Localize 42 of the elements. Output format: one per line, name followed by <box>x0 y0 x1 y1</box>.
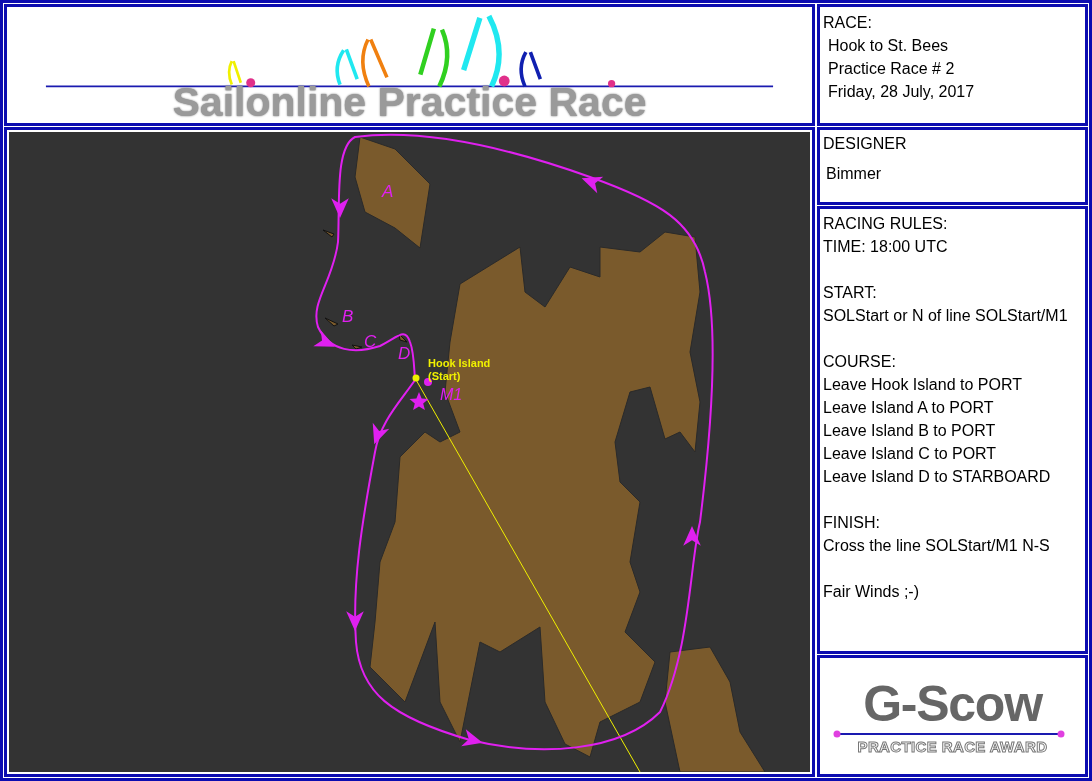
rules-text: Cross the line SOLStart/M1 N-S <box>823 536 1051 556</box>
rules-text: Leave Island C to PORT <box>823 444 998 464</box>
route-arrowhead <box>683 526 701 546</box>
route-arrowhead <box>372 422 390 445</box>
route-arrowhead <box>346 611 364 631</box>
race-info: Friday, 28 July, 2017 <box>827 82 976 102</box>
route-arrowhead <box>461 729 483 747</box>
rules-heading: RACING RULES: <box>823 214 949 234</box>
route-arrowhead <box>313 330 335 347</box>
race-heading: RACE: <box>823 13 873 33</box>
island-label: B <box>342 307 354 326</box>
island-label: D <box>398 344 411 363</box>
rules-text: Leave Island D to STARBOARD <box>823 467 1052 487</box>
start-label: (Start) <box>428 370 461 382</box>
rules-text: Leave Island A to PORT <box>823 398 995 418</box>
rules-text: START: <box>823 283 878 303</box>
rock <box>351 344 363 350</box>
route-arrowhead <box>581 176 604 194</box>
start-label: Hook Island <box>428 357 491 369</box>
rules-text: Leave Island B to PORT <box>823 421 997 441</box>
race-info: Hook to St. Bees <box>827 36 950 56</box>
rules-text: TIME: 18:00 UTC <box>823 237 949 257</box>
rules-text: Leave Hook Island to PORT <box>823 375 1023 395</box>
designer-heading: DESIGNER <box>823 134 908 154</box>
rock <box>398 333 408 343</box>
route-arrowhead <box>331 198 349 218</box>
start-buoy <box>412 374 420 382</box>
rules-text: Fair Winds ;-) <box>823 582 920 602</box>
mark-label: M1 <box>440 386 463 403</box>
star-mark-icon <box>409 392 429 411</box>
award-title: G-Scow <box>863 678 1042 729</box>
rock <box>322 229 335 238</box>
banner-title: Sailonline Practice Race <box>171 82 648 123</box>
designer-name: Bimmer <box>825 164 883 184</box>
island-label: C <box>364 332 377 351</box>
rock <box>324 317 339 327</box>
rules-text: SOLStart or N of line SOLStart/M1 <box>823 306 1069 326</box>
race-info: Practice Race # 2 <box>827 59 956 79</box>
award-subtitle: PRACTICE RACE AWARD <box>857 738 1048 754</box>
rules-text: FINISH: <box>823 513 881 533</box>
island-label: A <box>382 182 394 201</box>
rules-text: COURSE: <box>823 352 897 372</box>
